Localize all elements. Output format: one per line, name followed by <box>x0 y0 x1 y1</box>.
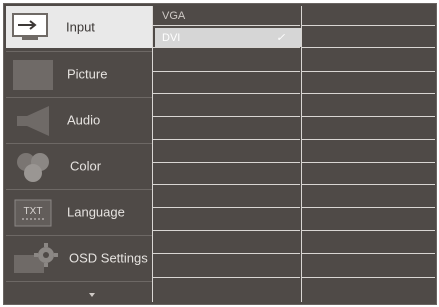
divider <box>6 143 152 144</box>
divider <box>6 51 152 52</box>
menu-item-label: Audio <box>67 112 101 128</box>
option-label: VGA <box>162 10 186 22</box>
menu-item-label: Language <box>67 204 125 220</box>
menu-item-label: Picture <box>67 66 108 82</box>
language-icon: TXT <box>14 199 52 230</box>
column-divider <box>152 6 153 302</box>
svg-text:TXT: TXT <box>24 206 43 217</box>
menu-item-picture[interactable]: Picture <box>6 53 152 95</box>
menu-item-label: Color <box>70 158 102 174</box>
color-icon <box>15 150 51 187</box>
osd-settings-icon <box>14 241 62 280</box>
menu-item-input[interactable]: Input <box>6 6 152 48</box>
chevron-down-icon[interactable] <box>89 293 95 297</box>
checkmark-icon: ✓ <box>276 32 286 44</box>
divider <box>6 235 152 236</box>
osd-menu-panel: Input Picture Audio Color TXT Language O… <box>3 3 437 305</box>
option-vga[interactable]: VGA <box>155 6 301 25</box>
option-dvi[interactable]: DVI ✓ <box>155 28 301 47</box>
menu-item-language[interactable]: TXT Language <box>6 191 152 233</box>
menu-item-audio[interactable]: Audio <box>6 99 152 141</box>
picture-icon <box>13 60 53 93</box>
divider <box>6 189 152 190</box>
menu-item-label: OSD Settings <box>69 250 148 266</box>
divider <box>6 281 152 282</box>
menu-item-color[interactable]: Color <box>6 145 152 187</box>
divider <box>6 97 152 98</box>
menu-item-osd-settings[interactable]: OSD Settings <box>6 237 152 279</box>
input-icon <box>12 13 48 44</box>
speaker-icon <box>15 104 51 141</box>
option-label: DVI <box>162 32 181 44</box>
column-divider <box>301 6 302 302</box>
menu-item-label: Input <box>66 19 95 35</box>
